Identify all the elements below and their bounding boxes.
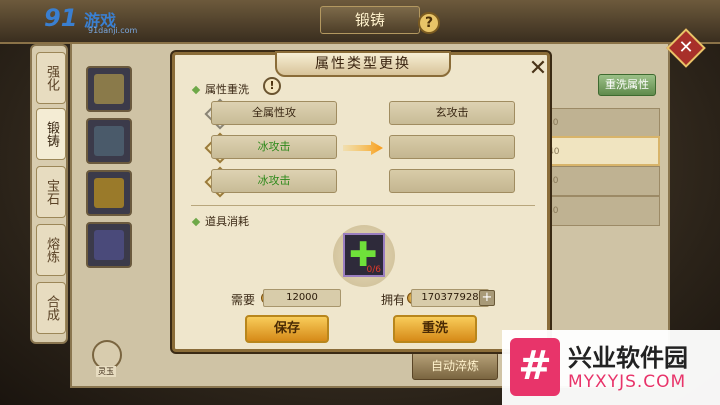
reroll-section-label: 属性重洗 — [191, 81, 249, 97]
sidebar-item-compose[interactable]: 合成 — [36, 282, 66, 334]
watermark-name: 兴业软件园 — [568, 344, 688, 372]
reroll-section-text: 属性重洗 — [205, 83, 249, 96]
diamond-icon — [191, 217, 201, 227]
warning-icon[interactable]: ! — [263, 77, 281, 95]
sidebar: 强化 锻铸 宝石 熔炼 合成 — [30, 44, 68, 344]
item-frame: ✚ 0/6 — [343, 233, 385, 277]
have-value: 170377928 — [411, 289, 489, 307]
item-count: 0/6 — [366, 265, 381, 275]
divider — [191, 205, 535, 206]
equipment-slot-weapon[interactable] — [86, 170, 132, 216]
consume-item-slot[interactable]: ✚ 0/6 — [333, 225, 395, 287]
attribute-change-dialog: 属性类型更换 ✕ 属性重洗 ! 🔓 全属性攻 🔒 冰攻击 🔒 冰攻击 玄攻击 道… — [172, 51, 550, 352]
gloves-icon — [94, 74, 124, 104]
top-bar: 91 游戏 91danji.com 锻铸 ? — [0, 0, 720, 44]
logo-url: 91danji.com — [88, 26, 138, 35]
arrow-right-icon — [343, 141, 383, 155]
add-currency-button[interactable]: + — [479, 290, 495, 306]
attr-left-3[interactable]: 冰攻击 — [211, 169, 337, 193]
sidebar-item-forge[interactable]: 锻铸 — [36, 108, 66, 160]
equipment-slot-gloves[interactable] — [86, 66, 132, 112]
sidebar-item-gem[interactable]: 宝石 — [36, 166, 66, 218]
attribute-row: 40 — [540, 108, 660, 138]
attribute-row: 40 — [540, 196, 660, 226]
attr-left-1[interactable]: 全属性攻 — [211, 101, 337, 125]
site-logo: 91 游戏 91danji.com — [44, 4, 140, 38]
boots-icon — [94, 230, 124, 260]
watermark: # 兴业软件园 MYXYJS.COM — [502, 330, 720, 405]
watermark-url: MYXYJS.COM — [568, 372, 687, 392]
watermark-logo: # — [510, 338, 560, 396]
close-icon: ✕ — [678, 37, 694, 58]
attribute-row: 40 — [540, 166, 660, 196]
sidebar-item-strengthen[interactable]: 强化 — [36, 52, 66, 104]
sidebar-item-smelt[interactable]: 熔炼 — [36, 224, 66, 276]
reroll-button[interactable]: 重洗 — [393, 315, 477, 343]
dialog-title: 属性类型更换 — [275, 51, 451, 77]
attr-right-2 — [389, 135, 515, 159]
auto-refine-button[interactable]: 自动淬炼 — [412, 352, 498, 380]
need-label: 需要 — [231, 293, 256, 307]
jade-label: 灵玉 — [96, 366, 116, 377]
page-title: 锻铸 — [320, 6, 420, 34]
have-label: 拥有 — [381, 293, 406, 307]
attr-left-2[interactable]: 冰攻击 — [211, 135, 337, 159]
dialog-close-button[interactable]: ✕ — [527, 58, 549, 81]
weapon-icon — [94, 178, 124, 208]
logo-number: 91 — [44, 4, 78, 32]
attr-right-3 — [389, 169, 515, 193]
armor-icon — [94, 126, 124, 156]
diamond-icon — [191, 85, 201, 95]
help-icon[interactable]: ? — [418, 12, 440, 34]
equipment-slot-armor[interactable] — [86, 118, 132, 164]
need-value: 12000 — [263, 289, 341, 307]
save-button[interactable]: 保存 — [245, 315, 329, 343]
attr-right-1: 玄攻击 — [389, 101, 515, 125]
consume-section-label: 道具消耗 — [191, 213, 249, 229]
reset-attributes-button[interactable]: 重洗属性 — [598, 74, 656, 96]
equipment-slot-boots[interactable] — [86, 222, 132, 268]
jade-icon[interactable]: 灵玉 — [92, 340, 122, 377]
attribute-row: 40 — [540, 136, 660, 166]
consume-section-text: 道具消耗 — [205, 215, 249, 228]
